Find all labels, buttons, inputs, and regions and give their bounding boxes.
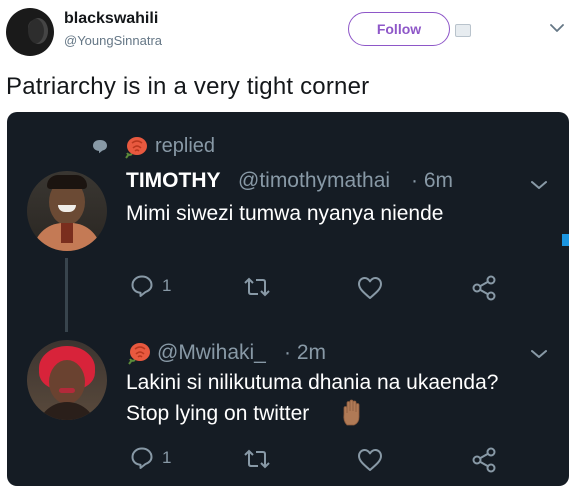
reply-avatar-mwihaki[interactable] xyxy=(27,340,107,420)
reply-icon xyxy=(131,275,153,297)
like-icon[interactable] xyxy=(357,276,383,300)
raised-hand-emoji-icon xyxy=(343,399,360,426)
scrollbar-marker xyxy=(562,234,569,246)
author-handle[interactable]: @YoungSinnatra xyxy=(64,33,162,48)
embedded-screenshot[interactable]: replied TIMOTHY @timothymathai · 6m Mimi… xyxy=(7,112,569,486)
reply2-handle[interactable]: @Mwihaki_ xyxy=(157,341,266,365)
rose-emoji-icon xyxy=(125,137,147,159)
reply-icon xyxy=(131,447,153,469)
author-display-name[interactable]: blackswahili xyxy=(64,10,158,28)
reply2-time[interactable]: · 2m xyxy=(284,341,326,365)
share-icon[interactable] xyxy=(471,275,497,301)
reply1-text: Mimi siwezi tumwa nyanya niende xyxy=(126,202,444,225)
reply-button[interactable]: 1 xyxy=(130,274,171,298)
share-icon[interactable] xyxy=(471,447,497,473)
rose-emoji-icon xyxy=(128,343,150,365)
like-icon[interactable] xyxy=(357,448,383,472)
author-avatar[interactable] xyxy=(6,8,54,56)
chevron-down-icon[interactable] xyxy=(550,23,564,33)
speech-bubble-icon xyxy=(93,140,107,154)
chevron-down-icon[interactable] xyxy=(531,180,547,190)
tweet-text: Patriarchy is in a very tight corner xyxy=(6,73,370,100)
reply1-handle[interactable]: @timothymathai xyxy=(238,169,390,193)
follow-button[interactable]: Follow xyxy=(348,12,450,46)
reply-avatar-timothy[interactable] xyxy=(27,171,107,251)
reply-button[interactable]: 1 xyxy=(130,446,171,470)
replied-label: replied xyxy=(155,135,216,157)
profile-card-icon xyxy=(455,24,471,37)
retweet-icon[interactable] xyxy=(243,447,271,471)
thread-line xyxy=(65,258,68,332)
reply2-line2: Stop lying on twitter xyxy=(126,402,310,425)
reply1-name[interactable]: TIMOTHY xyxy=(126,169,221,193)
chevron-down-icon[interactable] xyxy=(531,349,547,359)
reply2-line1: Lakini si nilikutuma dhania na ukaenda? xyxy=(126,371,499,394)
retweet-icon[interactable] xyxy=(243,275,271,299)
reply-count: 1 xyxy=(162,448,172,467)
reply1-time[interactable]: · 6m xyxy=(411,169,453,193)
reply-count: 1 xyxy=(162,276,172,295)
